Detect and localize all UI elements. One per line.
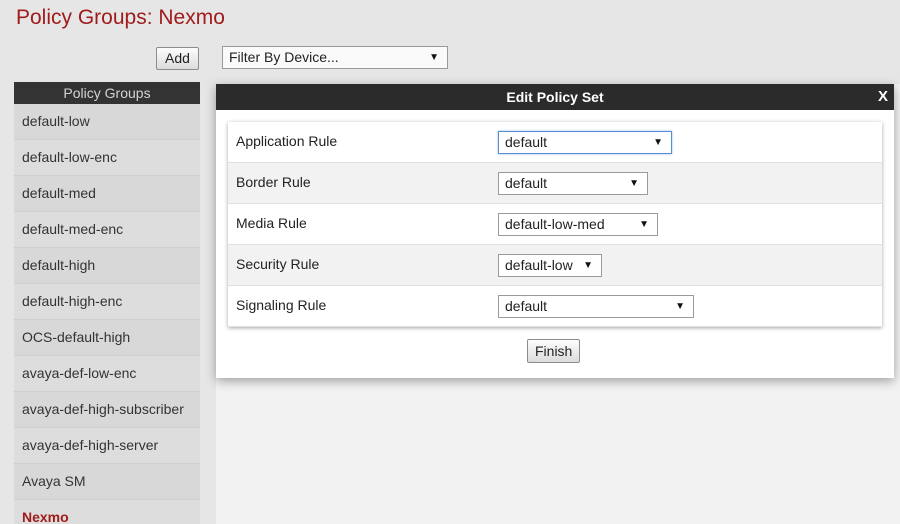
sidebar-header: Policy Groups bbox=[14, 82, 200, 104]
media-rule-select[interactable]: default-low-med ▼ bbox=[498, 213, 658, 236]
close-icon[interactable]: X bbox=[878, 84, 888, 110]
rule-row-media: Media Rule default-low-med ▼ bbox=[228, 204, 882, 245]
security-rule-select[interactable]: default-low ▼ bbox=[498, 254, 602, 277]
sidebar-item-avaya-def-low-enc[interactable]: avaya-def-low-enc bbox=[14, 356, 200, 392]
chevron-down-icon: ▼ bbox=[639, 219, 649, 230]
rule-row-border: Border Rule default ▼ bbox=[228, 163, 882, 204]
sidebar-item-avaya-sm[interactable]: Avaya SM bbox=[14, 464, 200, 500]
sidebar-item-default-low-enc[interactable]: default-low-enc bbox=[14, 140, 200, 176]
signaling-rule-select[interactable]: default ▼ bbox=[498, 295, 694, 318]
sidebar-item-nexmo[interactable]: Nexmo bbox=[14, 500, 200, 524]
rule-row-security: Security Rule default-low ▼ bbox=[228, 245, 882, 286]
filter-by-device-select[interactable]: Filter By Device... ▼ bbox=[222, 46, 448, 69]
sidebar-item-avaya-def-high-server[interactable]: avaya-def-high-server bbox=[14, 428, 200, 464]
sidebar-item-default-med-enc[interactable]: default-med-enc bbox=[14, 212, 200, 248]
add-button[interactable]: Add bbox=[156, 47, 199, 70]
sidebar-item-default-high-enc[interactable]: default-high-enc bbox=[14, 284, 200, 320]
rule-label: Security Rule bbox=[236, 256, 320, 272]
chevron-down-icon: ▼ bbox=[629, 178, 639, 189]
rule-label: Application Rule bbox=[236, 133, 338, 149]
page-title: Policy Groups: Nexmo bbox=[16, 6, 225, 29]
sidebar-item-default-high[interactable]: default-high bbox=[14, 248, 200, 284]
select-value: default bbox=[505, 175, 548, 191]
dialog-header: Edit Policy Set X bbox=[216, 84, 894, 110]
edit-policy-set-dialog: Edit Policy Set X Application Rule defau… bbox=[216, 84, 894, 378]
rule-table: Application Rule default ▼ Border Rule d… bbox=[228, 122, 882, 327]
dialog-title: Edit Policy Set bbox=[506, 89, 604, 105]
chevron-down-icon: ▼ bbox=[653, 137, 663, 148]
sidebar-item-default-low[interactable]: default-low bbox=[14, 104, 200, 140]
select-value: default-low bbox=[505, 257, 573, 273]
application-rule-select[interactable]: default ▼ bbox=[498, 131, 672, 154]
rule-label: Signaling Rule bbox=[236, 297, 327, 313]
border-rule-select[interactable]: default ▼ bbox=[498, 172, 648, 195]
select-value: default bbox=[505, 298, 548, 314]
filter-select-value: Filter By Device... bbox=[229, 49, 339, 65]
rule-label: Border Rule bbox=[236, 174, 311, 190]
finish-button[interactable]: Finish bbox=[527, 339, 581, 363]
rule-label: Media Rule bbox=[236, 215, 307, 231]
chevron-down-icon: ▼ bbox=[675, 301, 685, 312]
sidebar: Policy Groups default-low default-low-en… bbox=[14, 82, 200, 524]
select-value: default-low-med bbox=[505, 216, 605, 232]
chevron-down-icon: ▼ bbox=[583, 260, 593, 271]
sidebar-list: default-low default-low-enc default-med … bbox=[14, 104, 200, 524]
rule-row-application: Application Rule default ▼ bbox=[228, 122, 882, 163]
sidebar-item-default-med[interactable]: default-med bbox=[14, 176, 200, 212]
select-value: default bbox=[505, 134, 548, 150]
chevron-down-icon: ▼ bbox=[429, 52, 439, 63]
sidebar-item-avaya-def-high-subscriber[interactable]: avaya-def-high-subscriber bbox=[14, 392, 200, 428]
sidebar-item-ocs-default-high[interactable]: OCS-default-high bbox=[14, 320, 200, 356]
rule-row-signaling: Signaling Rule default ▼ bbox=[228, 286, 882, 327]
